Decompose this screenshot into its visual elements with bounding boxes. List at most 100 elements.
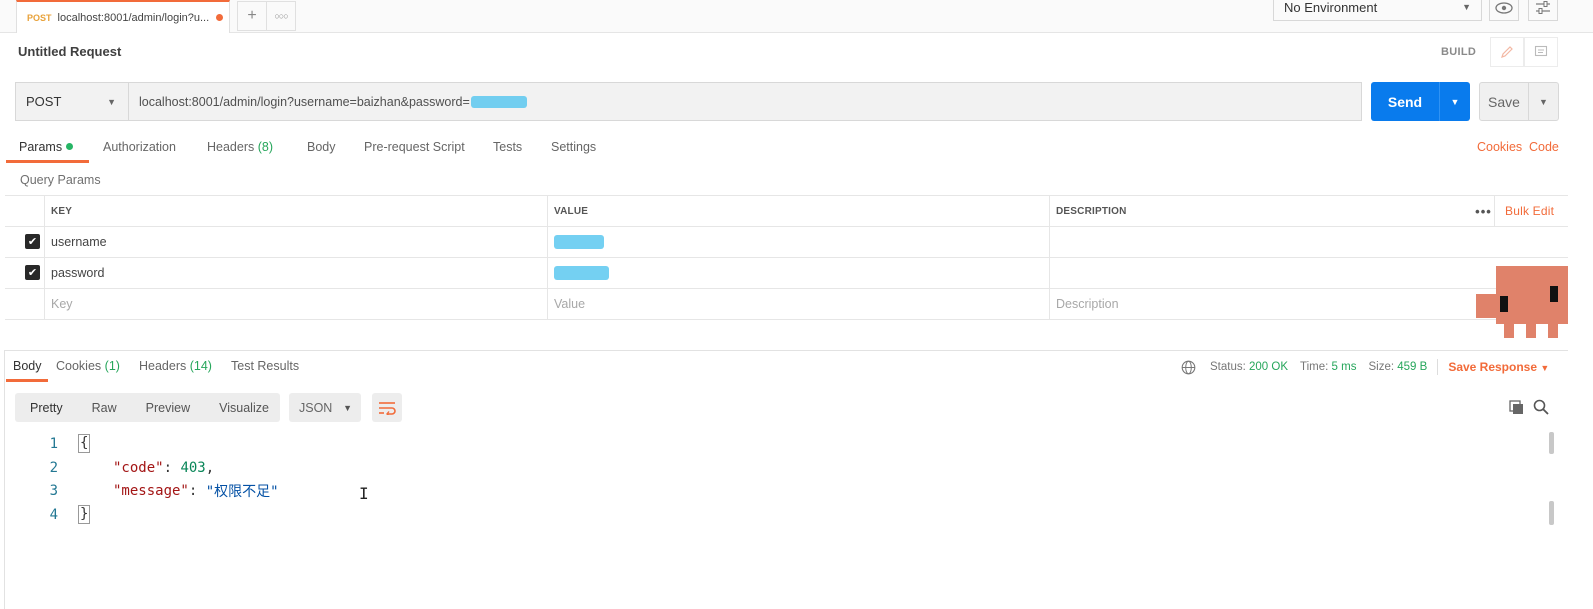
chevron-down-icon: ▼: [1540, 363, 1550, 373]
line-number: 4: [49, 506, 58, 523]
build-mode-label[interactable]: BUILD: [1441, 46, 1476, 58]
url-input[interactable]: localhost:8001/admin/login?username=baiz…: [128, 82, 1362, 121]
new-value-input[interactable]: Value: [547, 289, 1050, 319]
response-tab-headers[interactable]: Headers (14): [139, 359, 212, 373]
send-button[interactable]: Send ▼: [1371, 82, 1470, 121]
table-row-empty: Key Value Description: [5, 289, 1568, 320]
editor-scrollbar[interactable]: [1549, 432, 1554, 454]
new-tab-button[interactable]: +: [237, 1, 267, 31]
size-value[interactable]: 459 B: [1397, 361, 1427, 373]
response-tab-cookies[interactable]: Cookies (1): [56, 359, 120, 373]
redacted-value: [554, 235, 604, 249]
text-cursor-icon: I: [359, 484, 369, 503]
save-options-chevron-icon[interactable]: ▼: [1529, 97, 1558, 107]
pencil-icon: [1501, 46, 1513, 58]
code-link[interactable]: Code: [1529, 140, 1559, 154]
json-value: 403: [180, 459, 206, 476]
status-value[interactable]: 200 OK: [1249, 361, 1288, 373]
plus-icon: +: [247, 7, 257, 24]
tab-body[interactable]: Body: [307, 140, 336, 154]
copy-response-button[interactable]: [1506, 397, 1526, 417]
table-header-row: KEY VALUE DESCRIPTION ••• Bulk Edit: [5, 196, 1568, 227]
manage-environments-button[interactable]: [1528, 0, 1558, 21]
comments-button[interactable]: [1524, 37, 1558, 67]
ellipsis-icon: ○○○: [274, 11, 288, 21]
param-value[interactable]: [547, 227, 1050, 257]
tab-tests[interactable]: Tests: [493, 140, 522, 154]
sliders-icon: [1536, 0, 1550, 14]
save-button[interactable]: Save ▼: [1479, 82, 1559, 121]
request-tab[interactable]: POST localhost:8001/admin/login?u...: [16, 0, 230, 33]
url-text: localhost:8001/admin/login?username=baiz…: [139, 94, 470, 109]
key-column-header: KEY: [44, 196, 548, 226]
request-tab-bar: POST localhost:8001/admin/login?u... + ○…: [0, 0, 1593, 33]
response-format-select[interactable]: JSON ▼: [289, 393, 361, 422]
request-title[interactable]: Untitled Request: [18, 44, 121, 59]
send-button-label: Send: [1387, 93, 1423, 110]
environment-select[interactable]: No Environment ▼: [1273, 0, 1482, 21]
size-label: Size:: [1368, 361, 1395, 373]
value-column-header: VALUE: [547, 196, 1050, 226]
param-checkbox[interactable]: ✔: [25, 234, 40, 249]
new-key-input[interactable]: Key: [44, 289, 548, 319]
time-value[interactable]: 5 ms: [1332, 361, 1357, 373]
view-mode-visualize[interactable]: Visualize: [204, 401, 269, 415]
response-tab-body[interactable]: Body: [13, 359, 42, 373]
params-active-dot-icon: [66, 143, 74, 150]
tab-headers[interactable]: Headers (8): [207, 140, 273, 154]
param-checkbox[interactable]: ✔: [25, 265, 40, 280]
code-line: 2 "code": 403,: [30, 456, 279, 480]
request-tab-name: localhost:8001/admin/login?u...: [57, 11, 210, 24]
view-mode-pretty[interactable]: Pretty: [15, 401, 63, 415]
mascot-icon: [1476, 266, 1568, 338]
chevron-down-icon: ▼: [343, 403, 352, 413]
line-number: 3: [49, 483, 58, 500]
param-key[interactable]: password: [44, 258, 548, 288]
wrap-lines-button[interactable]: [372, 393, 402, 422]
bulk-edit-button[interactable]: Bulk Edit: [1494, 196, 1568, 226]
response-format-value: JSON: [299, 400, 333, 415]
http-method-select[interactable]: POST ▼: [15, 82, 129, 121]
code-line: 3 "message": "权限不足": [30, 479, 279, 503]
param-value[interactable]: [547, 258, 1050, 288]
code-line: 4 }: [30, 503, 279, 527]
json-key: "code": [113, 459, 164, 476]
environment-select-label: No Environment: [1284, 0, 1378, 15]
table-row: ✔ username: [5, 227, 1568, 258]
globe-icon[interactable]: [1181, 360, 1196, 375]
param-key[interactable]: username: [44, 227, 548, 257]
view-mode-raw[interactable]: Raw: [77, 401, 117, 415]
edit-request-button[interactable]: [1490, 37, 1524, 67]
more-options-icon: •••: [1475, 203, 1492, 219]
close-brace: }: [78, 505, 91, 525]
response-body-editor[interactable]: 1 { 2 "code": 403, 3 "message": "权限不足" 4…: [30, 432, 279, 527]
query-params-heading: Query Params: [20, 173, 101, 187]
environment-quick-look-button[interactable]: [1489, 0, 1519, 21]
json-value: "权限不足": [205, 484, 279, 501]
search-response-button[interactable]: [1531, 397, 1551, 417]
view-mode-preview[interactable]: Preview: [131, 401, 190, 415]
send-options-chevron-icon[interactable]: ▼: [1440, 97, 1470, 107]
tab-authorization[interactable]: Authorization: [103, 140, 176, 154]
status-label: Status:: [1210, 361, 1246, 373]
save-response-button[interactable]: Save Response ▼: [1448, 360, 1549, 374]
line-number: 1: [49, 435, 58, 452]
query-params-table: KEY VALUE DESCRIPTION ••• Bulk Edit ✔ us…: [5, 195, 1568, 320]
response-tab-test-results[interactable]: Test Results: [231, 359, 299, 373]
wrap-lines-icon: [379, 401, 396, 415]
more-tabs-button[interactable]: ○○○: [266, 1, 296, 31]
cookies-link[interactable]: Cookies: [1477, 140, 1522, 154]
open-brace: {: [78, 434, 91, 454]
tab-pre-request-script[interactable]: Pre-request Script: [364, 140, 465, 154]
comment-icon: [1534, 45, 1548, 57]
active-response-tab-underline: [6, 379, 48, 382]
eye-icon: [1495, 1, 1513, 14]
tab-params[interactable]: Params: [19, 140, 74, 154]
line-number: 2: [49, 459, 58, 476]
table-row: ✔ password: [5, 258, 1568, 289]
tab-settings[interactable]: Settings: [551, 140, 596, 154]
code-line: 1 {: [30, 432, 279, 456]
redacted-value: [554, 266, 609, 280]
param-description[interactable]: [1049, 227, 1568, 257]
search-icon: [1533, 399, 1549, 415]
